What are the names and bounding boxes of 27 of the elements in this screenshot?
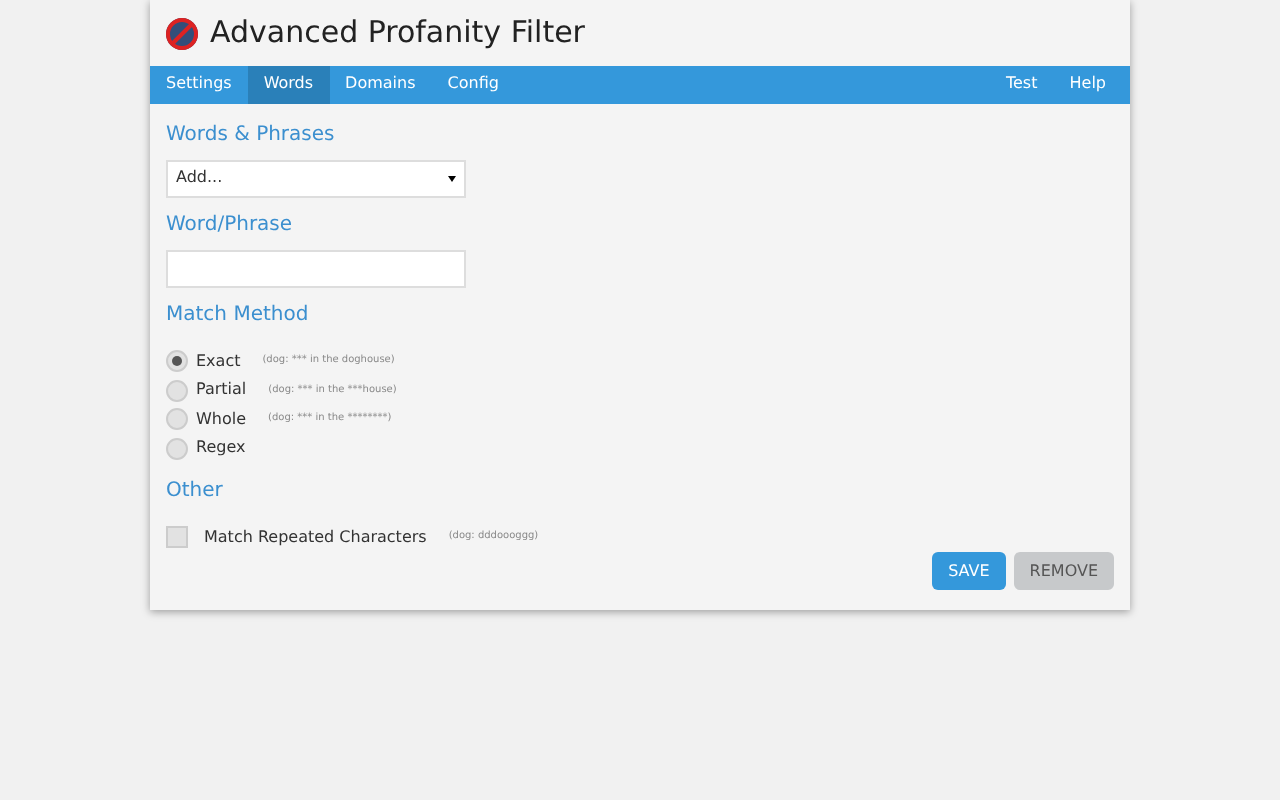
app-title: Advanced Profanity Filter — [210, 12, 585, 55]
radio-button[interactable] — [166, 437, 188, 460]
section-heading: Match Method — [166, 301, 311, 329]
radio-label: Whole — [196, 407, 247, 432]
phrase-input-field[interactable] — [166, 249, 466, 287]
nav-tab[interactable]: Help — [1053, 66, 1122, 103]
nav-tab[interactable]: Test — [989, 66, 1054, 103]
radio-button[interactable] — [166, 350, 188, 373]
nav-tab[interactable]: Settings — [150, 66, 248, 103]
save-button[interactable]: SAVE — [932, 552, 1006, 590]
radio-label: Partial — [196, 378, 247, 403]
nav-tab[interactable]: Domains — [329, 66, 432, 103]
radio-button[interactable] — [166, 408, 188, 431]
checkbox[interactable] — [166, 526, 188, 549]
checkbox-label: Match Repeated Characters — [204, 525, 427, 550]
radio-label: Regex — [196, 436, 246, 461]
radio-button[interactable] — [166, 379, 188, 402]
remove-button[interactable]: REMOVE — [1013, 552, 1114, 590]
caret-icon — [448, 175, 456, 181]
nav-tab[interactable]: Words — [247, 66, 330, 103]
radio-label: Exact — [196, 349, 241, 374]
logo-icon — [164, 15, 200, 52]
section-heading: Word/Phrase — [166, 211, 295, 239]
section-heading: Other — [166, 477, 225, 505]
section-heading: Words & Phrases — [166, 121, 337, 149]
nav-tab[interactable]: Config — [431, 66, 515, 103]
words-dropdown[interactable]: Add... — [166, 159, 466, 197]
